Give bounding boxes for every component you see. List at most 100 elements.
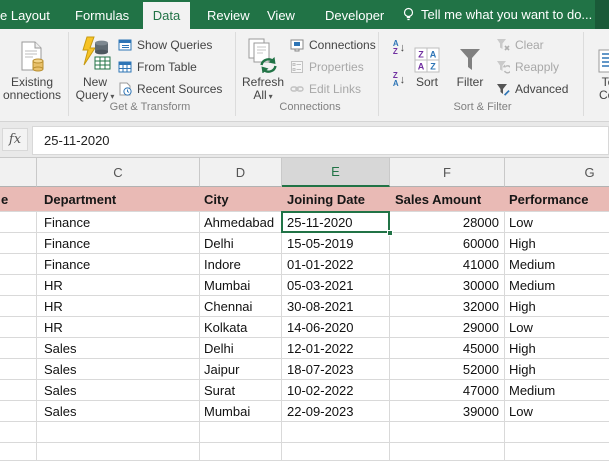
column-header-partial[interactable] (0, 158, 37, 187)
empty-cell[interactable] (0, 443, 37, 461)
table-cell[interactable]: Mumbai (200, 275, 282, 296)
advanced-button[interactable]: Advanced (496, 80, 568, 97)
table-header-department[interactable]: Department (44, 187, 116, 212)
tell-me-box[interactable]: Tell me what you want to do... (402, 0, 592, 29)
table-cell[interactable]: 39000 (390, 401, 505, 422)
table-cell[interactable]: Delhi (200, 233, 282, 254)
table-header-performance[interactable]: Performance (509, 187, 588, 212)
table-cell[interactable]: Medium (505, 275, 609, 296)
table-cell[interactable]: Delhi (200, 338, 282, 359)
table-cell[interactable]: 01-01-2022 (282, 254, 390, 275)
table-cell[interactable]: 41000 (390, 254, 505, 275)
empty-cell[interactable] (0, 380, 37, 401)
empty-cell[interactable] (0, 296, 37, 317)
column-header-f[interactable]: F (390, 158, 505, 187)
table-cell[interactable]: Low (505, 317, 609, 338)
tab-review[interactable]: Review (207, 2, 250, 29)
table-cell[interactable]: 29000 (390, 317, 505, 338)
table-cell[interactable]: 32000 (390, 296, 505, 317)
table-cell[interactable]: Surat (200, 380, 282, 401)
fill-handle[interactable] (387, 230, 393, 236)
table-cell[interactable]: 30000 (390, 275, 505, 296)
table-cell[interactable]: 12-01-2022 (282, 338, 390, 359)
tab-e-layout[interactable]: e Layout (0, 2, 50, 29)
empty-cell[interactable] (0, 338, 37, 359)
table-cell[interactable]: Mumbai (200, 401, 282, 422)
table-cell[interactable]: Medium (505, 380, 609, 401)
empty-cell[interactable] (0, 212, 37, 233)
empty-cell[interactable] (505, 443, 609, 461)
table-cell[interactable]: Finance (37, 233, 200, 254)
table-cell[interactable]: Indore (200, 254, 282, 275)
show-queries-button[interactable]: Show Queries (118, 36, 212, 53)
empty-cell[interactable] (200, 422, 282, 443)
table-cell[interactable]: 15-05-2019 (282, 233, 390, 254)
column-header-c[interactable]: C (37, 158, 200, 187)
connections-button[interactable]: Connections (290, 36, 376, 53)
empty-cell[interactable] (0, 233, 37, 254)
table-cell[interactable]: 30-08-2021 (282, 296, 390, 317)
empty-cell[interactable] (505, 422, 609, 443)
table-header-partial[interactable]: e (1, 187, 8, 212)
empty-cell[interactable] (200, 443, 282, 461)
table-cell[interactable]: 22-09-2023 (282, 401, 390, 422)
table-cell[interactable]: 05-03-2021 (282, 275, 390, 296)
table-cell[interactable]: 52000 (390, 359, 505, 380)
table-cell[interactable]: Chennai (200, 296, 282, 317)
tab-developer[interactable]: Developer (325, 2, 384, 29)
table-cell[interactable]: 28000 (390, 212, 505, 233)
table-cell[interactable]: Medium (505, 254, 609, 275)
table-cell[interactable]: Sales (37, 338, 200, 359)
empty-cell[interactable] (282, 443, 390, 461)
empty-cell[interactable] (0, 317, 37, 338)
empty-cell[interactable] (390, 422, 505, 443)
table-cell[interactable]: High (505, 338, 609, 359)
table-cell[interactable]: 18-07-2023 (282, 359, 390, 380)
table-cell[interactable]: Sales (37, 380, 200, 401)
tab-formulas[interactable]: Formulas (75, 2, 129, 29)
table-cell[interactable]: Low (505, 401, 609, 422)
table-cell[interactable]: High (505, 233, 609, 254)
table-header-sales-amount[interactable]: Sales Amount (395, 187, 481, 212)
table-cell[interactable]: Jaipur (200, 359, 282, 380)
table-cell[interactable]: High (505, 296, 609, 317)
empty-cell[interactable] (282, 422, 390, 443)
table-cell[interactable]: Low (505, 212, 609, 233)
table-cell[interactable]: 60000 (390, 233, 505, 254)
empty-cell[interactable] (37, 443, 200, 461)
tab-data[interactable]: Data (143, 2, 190, 29)
empty-cell[interactable] (0, 359, 37, 380)
empty-cell[interactable] (390, 443, 505, 461)
column-header-g[interactable]: G (505, 158, 609, 187)
table-cell[interactable]: 47000 (390, 380, 505, 401)
table-cell[interactable]: HR (37, 317, 200, 338)
table-cell[interactable]: Finance (37, 254, 200, 275)
empty-cell[interactable] (0, 401, 37, 422)
existing-connections-button[interactable]: Existing onnections (0, 31, 70, 119)
insert-function-button[interactable]: fx (2, 128, 28, 151)
table-cell[interactable]: Finance (37, 212, 200, 233)
table-cell[interactable]: Kolkata (200, 317, 282, 338)
table-cell[interactable]: 14-06-2020 (282, 317, 390, 338)
from-table-button[interactable]: From Table (118, 58, 197, 75)
empty-cell[interactable] (0, 254, 37, 275)
table-header-joining-date[interactable]: Joining Date (287, 187, 365, 212)
table-header-city[interactable]: City (204, 187, 229, 212)
recent-sources-button[interactable]: Recent Sources (118, 80, 222, 97)
text-to-columns-button[interactable]: Te Col (588, 31, 609, 119)
table-cell[interactable]: Ahmedabad (200, 212, 282, 233)
table-cell[interactable]: High (505, 359, 609, 380)
table-cell[interactable]: HR (37, 296, 200, 317)
table-cell[interactable]: Sales (37, 359, 200, 380)
column-header-e[interactable]: E (282, 158, 390, 187)
empty-cell[interactable] (0, 422, 37, 443)
empty-cell[interactable] (37, 422, 200, 443)
formula-input[interactable]: 25-11-2020 (32, 126, 609, 155)
table-cell[interactable]: 10-02-2022 (282, 380, 390, 401)
table-cell[interactable]: 45000 (390, 338, 505, 359)
empty-cell[interactable] (0, 275, 37, 296)
tab-view[interactable]: View (267, 2, 295, 29)
table-cell[interactable]: HR (37, 275, 200, 296)
column-header-d[interactable]: D (200, 158, 282, 187)
table-cell[interactable]: Sales (37, 401, 200, 422)
